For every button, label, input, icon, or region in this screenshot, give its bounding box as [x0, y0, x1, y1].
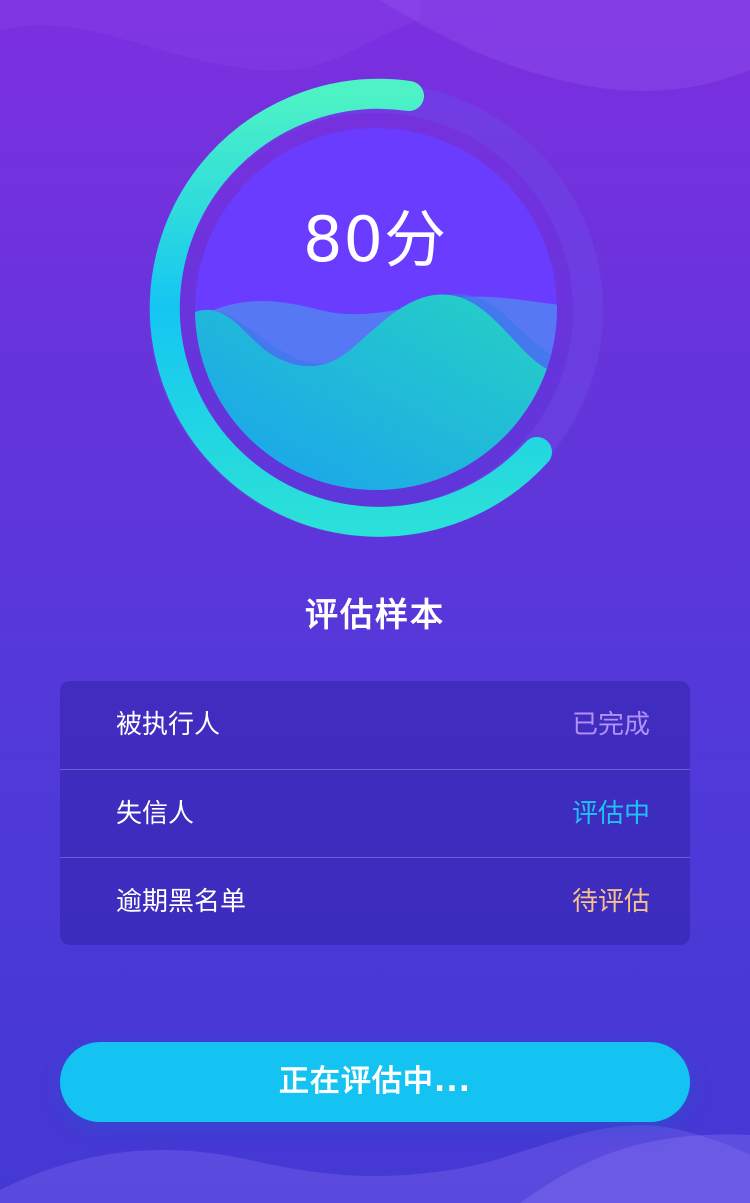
score-value: 80分 — [303, 203, 447, 276]
item-label: 被执行人 — [116, 710, 221, 740]
item-status: 待评估 — [571, 887, 650, 917]
score-gauge — [149, 78, 603, 537]
item-label: 失信人 — [116, 799, 195, 829]
list-item: 逾期黑名单 待评估 — [60, 857, 690, 945]
evaluation-list: 被执行人 已完成 失信人 评估中 逾期黑名单 待评估 — [60, 681, 690, 945]
item-status: 已完成 — [571, 710, 650, 740]
evaluating-button[interactable]: 正在评估中... — [60, 1042, 690, 1122]
section-title: 评估样本 — [305, 595, 445, 634]
item-status: 评估中 — [571, 799, 650, 829]
item-label: 逾期黑名单 — [116, 887, 247, 917]
list-item: 被执行人 已完成 — [60, 681, 690, 769]
list-item: 失信人 评估中 — [60, 769, 690, 857]
